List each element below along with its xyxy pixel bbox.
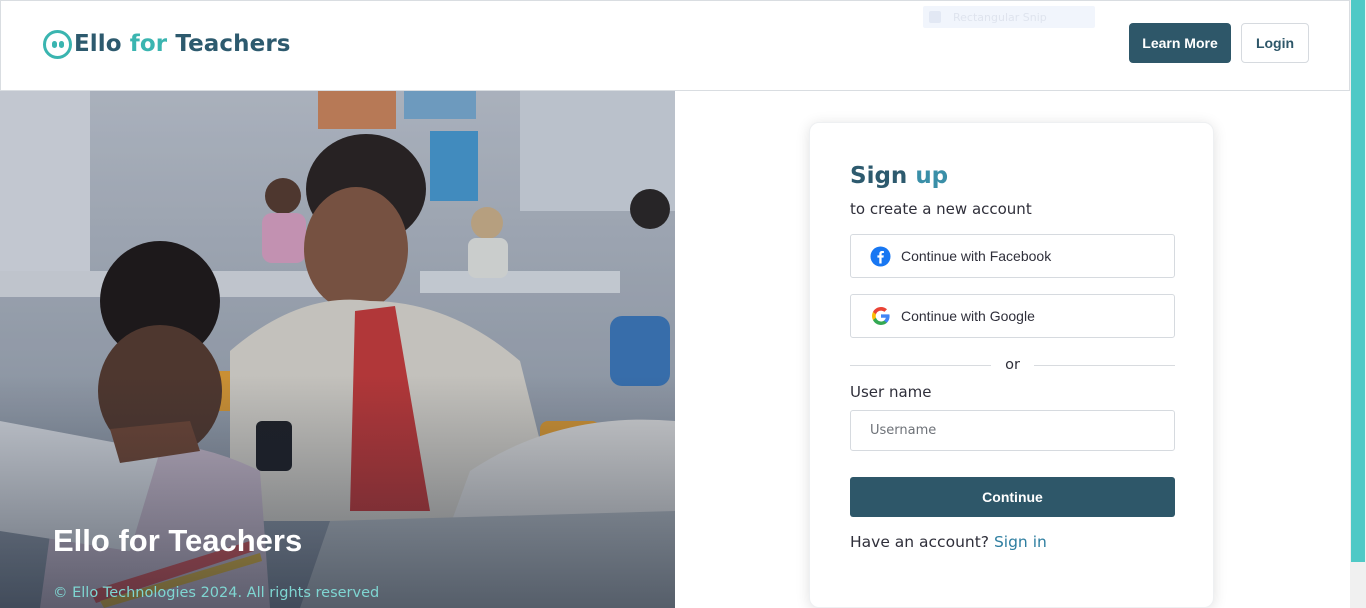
- divider-line-right: [1033, 364, 1175, 366]
- signup-heading-sign: Sign: [850, 163, 908, 189]
- signup-subtitle: to create a new account: [850, 200, 1032, 218]
- login-button[interactable]: Login: [1241, 23, 1309, 63]
- copyright-text: © Ello Technologies 2024. All rights res…: [53, 585, 380, 601]
- logo-word-ello: Ello: [74, 31, 122, 57]
- continue-with-facebook-button[interactable]: Continue with Facebook: [850, 234, 1175, 278]
- signup-heading-up: up: [915, 163, 949, 189]
- divider-line-left: [850, 364, 992, 366]
- facebook-icon: [870, 246, 891, 267]
- snip-icon: [929, 11, 941, 23]
- continue-button[interactable]: Continue: [850, 477, 1175, 517]
- hero-title: Ello for Teachers: [53, 523, 303, 558]
- have-account-text: Have an account?: [850, 533, 990, 551]
- divider-or-text: or: [1005, 357, 1020, 373]
- hero-image: Ello for Teachers © Ello Technologies 20…: [0, 91, 675, 608]
- snip-tool-overlay: Rectangular Snip: [923, 6, 1095, 28]
- scrollbar-thumb[interactable]: [1351, 0, 1365, 562]
- or-divider: or: [850, 355, 1175, 375]
- google-button-label: Continue with Google: [901, 308, 1035, 324]
- google-icon: [870, 306, 891, 327]
- signup-card: Sign up to create a new account Continue…: [809, 122, 1214, 608]
- sign-in-link[interactable]: Sign in: [994, 533, 1047, 551]
- ello-logo-icon: [43, 29, 72, 59]
- page-scrollbar[interactable]: [1350, 0, 1366, 608]
- have-account-row: Have an account? Sign in: [850, 533, 1047, 551]
- logo-word-for: for: [129, 31, 168, 57]
- top-header: Ello for Teachers Rectangular Snip Learn…: [0, 0, 1350, 91]
- signup-heading: Sign up: [850, 163, 948, 189]
- username-label: User name: [850, 383, 932, 401]
- learn-more-button[interactable]: Learn More: [1129, 23, 1231, 63]
- logo-text: Ello for Teachers: [74, 31, 291, 57]
- facebook-button-label: Continue with Facebook: [901, 248, 1052, 264]
- logo-word-teachers: Teachers: [175, 31, 291, 57]
- username-input[interactable]: [850, 410, 1175, 451]
- ello-logo[interactable]: Ello for Teachers: [43, 29, 291, 59]
- snip-label: Rectangular Snip: [953, 10, 1047, 24]
- continue-with-google-button[interactable]: Continue with Google: [850, 294, 1175, 338]
